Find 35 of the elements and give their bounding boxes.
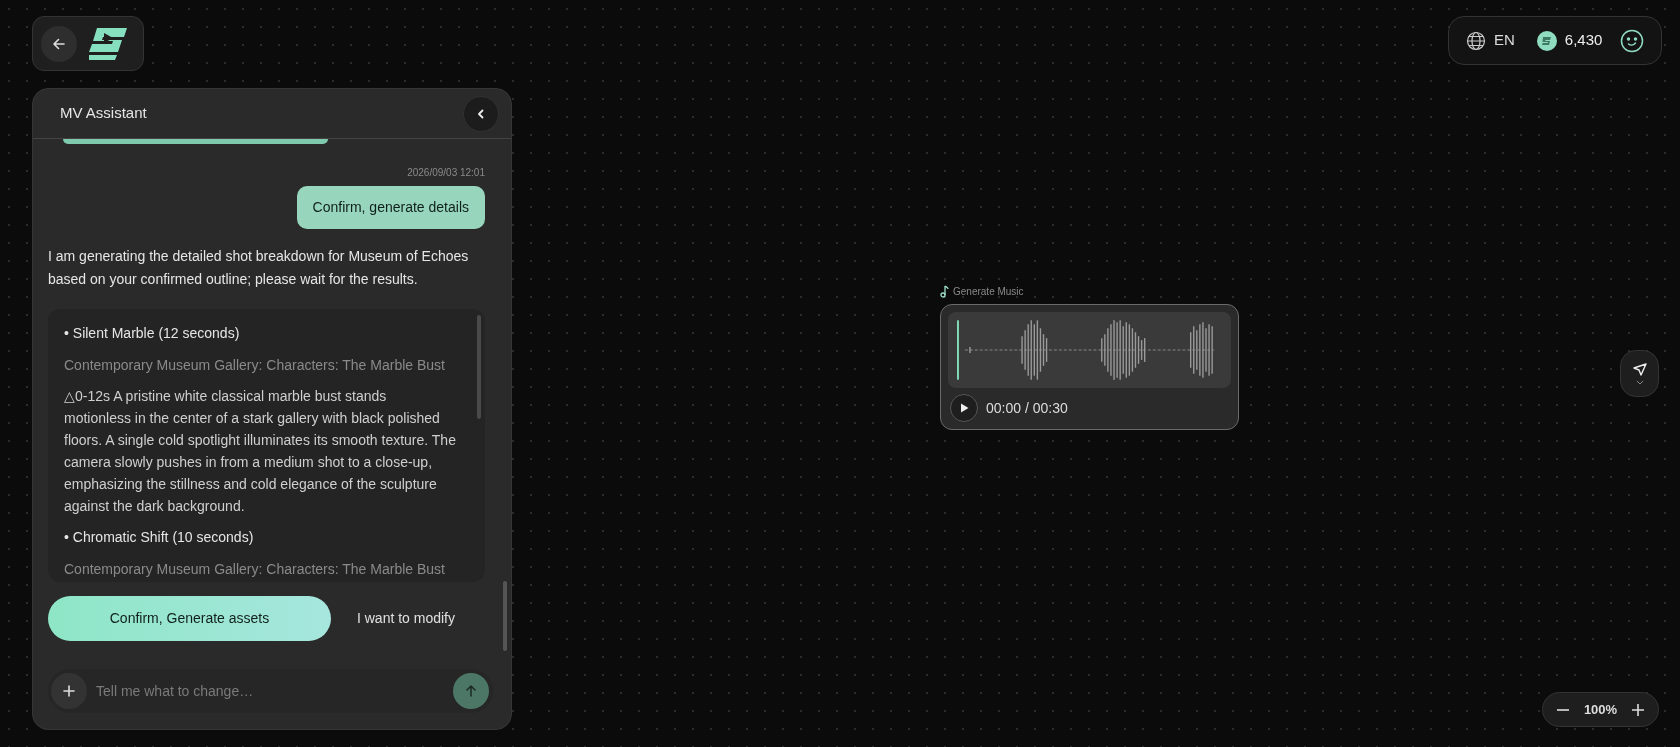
zoom-level: 100% [1583, 700, 1618, 719]
text-button[interactable]: I want to modify [331, 596, 481, 641]
shot-title: • Silent Marble (12 seconds) [64, 324, 241, 343]
playback-time: 00:00 / 00:30 [986, 398, 1068, 418]
cursor-icon [1631, 362, 1648, 378]
shot-location: Contemporary Museum Gallery: Characters: The Marble Bust [64, 560, 446, 579]
shot-description: △0-12s A pristine white classical marble bust stands motionless in the center of a stark gallery with black polished floors. A single cold spotlight illuminates its smooth texture. The camera slowly pushes in from a medium shot to a close-up, emphasizing the stillness and cold elegance of the sculpture against the dark background. [64, 387, 456, 516]
play-icon [959, 403, 969, 413]
timestamp: 2026/09/03 12:01 [407, 166, 485, 180]
arrow-up-icon [465, 685, 477, 697]
credits-count: 6,430 [1564, 30, 1603, 51]
message-bubble: Confirm, generate details [296, 186, 485, 229]
logo-icon[interactable] [89, 27, 127, 60]
node-label: Generate Music [953, 285, 1024, 299]
play-button[interactable] [950, 394, 978, 422]
chevron-down-icon [1635, 380, 1644, 385]
primary-button[interactable]: Confirm, Generate assets [48, 596, 331, 641]
smiley-icon[interactable] [1620, 28, 1644, 53]
globe-icon[interactable] [1466, 30, 1486, 51]
plus-icon [63, 685, 75, 697]
back-button[interactable] [41, 25, 77, 62]
zoom-in-button[interactable] [1631, 702, 1645, 717]
scrollbar-thumb [503, 581, 507, 651]
shot-location: Contemporary Museum Gallery: Characters: The Marble Bust [64, 356, 446, 375]
coin-icon [1536, 30, 1557, 51]
message-input[interactable]: Tell me what to change… [48, 669, 493, 713]
music-node-card[interactable]: 00:00 / 00:30 [940, 304, 1239, 430]
panel-title: MV Assistant [60, 103, 147, 124]
minus-icon [1557, 708, 1569, 711]
plus-icon [1632, 703, 1644, 716]
music-note-icon [940, 285, 949, 298]
shot-title: • Chromatic Shift (10 seconds) [64, 528, 255, 547]
select-tool-button[interactable] [1620, 350, 1659, 397]
language-label[interactable]: EN [1494, 29, 1515, 52]
assistant-message: I am generating the detailed shot breakdown for Museum of Echoes based on your confirmed outline; please wait for the results. [48, 247, 470, 289]
